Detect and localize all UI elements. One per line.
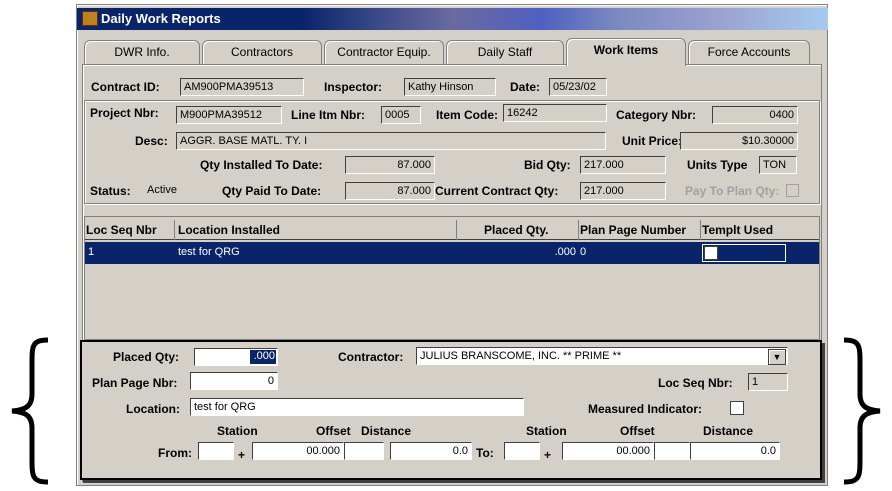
to-offset-input[interactable]: 00.000 xyxy=(562,442,654,460)
col-loc-seq[interactable]: Loc Seq Nbr xyxy=(86,223,157,237)
placed-qty-selected-text: .000 xyxy=(253,350,275,362)
unit-price-field[interactable]: $10.30000 xyxy=(680,132,798,150)
units-type-field[interactable]: TON xyxy=(759,156,797,174)
location-label: Location: xyxy=(126,402,180,416)
col-divider xyxy=(174,220,175,240)
tab-daily-staff[interactable]: Daily Staff xyxy=(446,40,564,64)
to-distance-input[interactable]: 0.0 xyxy=(690,442,780,460)
measured-indicator-label: Measured Indicator: xyxy=(588,402,703,416)
pay-to-plan-checkbox[interactable] xyxy=(786,184,799,197)
loc-seq-label: Loc Seq Nbr: xyxy=(658,376,733,390)
status-field[interactable]: Active xyxy=(144,182,212,200)
tab-dwr-info[interactable]: DWR Info. xyxy=(84,40,200,64)
window-title: Daily Work Reports xyxy=(101,11,221,26)
desc-field[interactable]: AGGR. BASE MATL. TY. I xyxy=(176,132,606,150)
category-nbr-field[interactable]: 0400 xyxy=(712,106,798,124)
app-icon xyxy=(82,11,98,26)
left-brace-annotation xyxy=(4,336,54,486)
contractor-label: Contractor: xyxy=(338,350,404,364)
row-location: test for QRG xyxy=(178,246,240,258)
project-nbr-label: Project Nbr: xyxy=(90,106,159,120)
current-qty-field[interactable]: 217.000 xyxy=(580,182,666,200)
to-station-header: Station xyxy=(526,424,567,438)
from-label: From: xyxy=(158,446,192,460)
item-code-label: Item Code: xyxy=(436,108,499,122)
qty-installed-label: Qty Installed To Date: xyxy=(200,158,323,172)
desc-label: Desc: xyxy=(135,134,168,148)
from-distance-input[interactable]: 0.0 xyxy=(390,442,472,460)
loc-seq-field[interactable]: 1 xyxy=(748,373,788,391)
col-divider xyxy=(456,220,457,240)
qty-installed-field[interactable]: 87.000 xyxy=(345,156,435,174)
col-divider xyxy=(578,220,579,240)
col-plan-page[interactable]: Plan Page Number xyxy=(580,223,686,237)
date-label: Date: xyxy=(510,80,541,94)
current-qty-label: Current Contract Qty: xyxy=(435,184,559,198)
line-item-field[interactable]: 0005 xyxy=(381,106,421,124)
to-offset-header: Offset xyxy=(620,424,655,438)
from-offset-extra-input[interactable] xyxy=(344,442,384,460)
contract-id-label: Contract ID: xyxy=(91,80,160,94)
status-label: Status: xyxy=(90,184,131,198)
plan-page-label: Plan Page Nbr: xyxy=(92,376,178,390)
bid-qty-label: Bid Qty: xyxy=(524,158,571,172)
tab-contractors[interactable]: Contractors xyxy=(202,40,322,64)
pay-to-plan-label: Pay To Plan Qty: xyxy=(685,184,780,198)
from-station-input[interactable] xyxy=(198,442,234,460)
project-nbr-field[interactable]: M900PMA39512 xyxy=(176,106,282,124)
bid-qty-field[interactable]: 217.000 xyxy=(580,156,666,174)
date-field[interactable]: 05/23/02 xyxy=(549,78,607,96)
chevron-down-icon[interactable]: ▼ xyxy=(768,349,786,365)
col-divider xyxy=(700,220,701,240)
qty-paid-label: Qty Paid To Date: xyxy=(222,184,322,198)
tab-contractor-equip[interactable]: Contractor Equip. xyxy=(324,40,444,64)
line-item-label: Line Itm Nbr: xyxy=(291,108,365,122)
contractor-select[interactable]: JULIUS BRANSCOME, INC. ** PRIME ** xyxy=(416,347,788,365)
from-offset-header: Offset xyxy=(316,424,351,438)
inspector-field[interactable]: Kathy Hinson xyxy=(404,78,496,96)
placed-qty-label: Placed Qty: xyxy=(113,350,180,364)
to-plus-label: + xyxy=(544,448,552,462)
right-brace-annotation xyxy=(838,336,888,486)
qty-paid-field[interactable]: 87.000 xyxy=(345,182,435,200)
from-distance-header: Distance xyxy=(361,424,412,438)
units-type-label: Units Type xyxy=(687,158,748,172)
row-plan-page: 0 xyxy=(580,246,587,258)
unit-price-label: Unit Price: xyxy=(622,134,683,148)
category-nbr-label: Category Nbr: xyxy=(616,108,697,122)
plan-page-input[interactable]: 0 xyxy=(190,372,278,390)
from-plus-label: + xyxy=(238,448,246,462)
item-code-field[interactable]: 16242 xyxy=(503,104,607,122)
inspector-label: Inspector: xyxy=(324,80,383,94)
from-offset-input[interactable]: 00.000 xyxy=(252,442,344,460)
col-location-installed[interactable]: Location Installed xyxy=(178,223,280,237)
to-offset-extra-input[interactable] xyxy=(654,442,690,460)
to-distance-header: Distance xyxy=(703,424,754,438)
measured-indicator-checkbox[interactable] xyxy=(730,401,744,415)
col-templt-used[interactable]: Templt Used xyxy=(702,223,773,237)
contract-id-field[interactable]: AM900PMA39513 xyxy=(180,78,304,96)
location-input[interactable]: test for QRG xyxy=(190,398,524,416)
from-station-header: Station xyxy=(217,424,258,438)
row-templt-cell xyxy=(702,244,786,262)
row-loc-seq: 1 xyxy=(88,246,95,258)
row-placed: .000 xyxy=(554,246,576,258)
col-placed-qty[interactable]: Placed Qty. xyxy=(484,223,548,237)
tab-work-items[interactable]: Work Items xyxy=(566,38,686,66)
to-label: To: xyxy=(476,446,494,460)
to-station-input[interactable] xyxy=(504,442,540,460)
tab-force-accounts[interactable]: Force Accounts xyxy=(688,40,810,64)
